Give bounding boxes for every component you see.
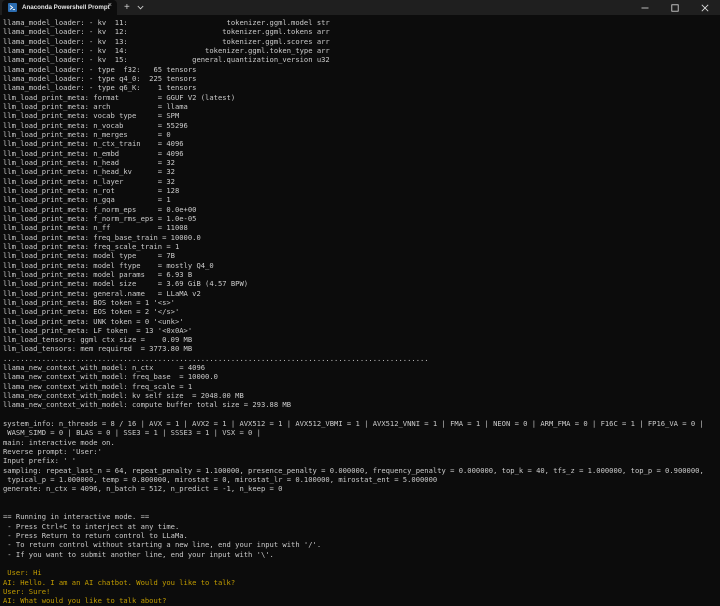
- terminal-line: llm_load_print_meta: model size = 3.69 G…: [3, 279, 249, 289]
- window-controls: [630, 0, 720, 15]
- new-tab-button[interactable]: +: [124, 0, 130, 15]
- terminal-line: llm_load_print_meta: n_rot = 128: [3, 185, 180, 195]
- terminal-line: llama_new_context_with_model: freq_scale…: [3, 381, 193, 391]
- terminal-line: llama_new_context_with_model: freq_base …: [3, 372, 218, 382]
- terminal-line: - To return control without starting a n…: [3, 540, 322, 550]
- terminal-line: llm_load_print_meta: BOS token = 1 '<s>': [3, 297, 175, 307]
- terminal-line: llama_model_loader: - kv 12: tokenizer.g…: [3, 27, 330, 37]
- terminal-line: llm_load_print_meta: vocab type = SPM: [3, 111, 180, 121]
- close-button[interactable]: [690, 0, 720, 15]
- terminal-line: ........................................…: [3, 353, 429, 363]
- terminal-line: llama_new_context_with_model: compute bu…: [3, 400, 292, 410]
- terminal-line: llama_model_loader: - kv 13: tokenizer.g…: [3, 36, 330, 46]
- terminal-line: llm_load_print_meta: n_vocab = 55296: [3, 120, 188, 130]
- terminal-line: llm_load_print_meta: freq_base_train = 1…: [3, 232, 201, 242]
- terminal-line: llm_load_print_meta: freq_scale_train = …: [3, 241, 180, 251]
- terminal-line: llm_load_print_meta: LF token = 13 '<0x0…: [3, 325, 193, 335]
- terminal-line: llm_load_print_meta: n_embd = 4096: [3, 148, 184, 158]
- terminal-line: llm_load_print_meta: n_ff = 11008: [3, 223, 188, 233]
- terminal-line: == Running in interactive mode. ==: [3, 512, 150, 522]
- chevron-down-icon[interactable]: [137, 5, 144, 10]
- title-bar: Anaconda Powershell Prompt × +: [0, 0, 720, 15]
- terminal-line: llm_load_print_meta: f_norm_rms_eps = 1.…: [3, 213, 197, 223]
- terminal-line: User: Sure!: [3, 587, 51, 597]
- terminal-line: llm_load_print_meta: general.name = LLaM…: [3, 288, 201, 298]
- terminal-line: generate: n_ctx = 4096, n_batch = 512, n…: [3, 484, 283, 494]
- terminal-output[interactable]: llama_model_loader: - kv 11: tokenizer.g…: [3, 18, 717, 606]
- terminal-line: llm_load_print_meta: n_ctx_train = 4096: [3, 139, 184, 149]
- terminal-line: sampling: repeat_last_n = 64, repeat_pen…: [3, 465, 704, 475]
- minimize-button[interactable]: [630, 0, 660, 15]
- close-tab-icon[interactable]: ×: [108, 2, 112, 9]
- terminal-line: llama_model_loader: - type q4_0: 225 ten…: [3, 73, 197, 83]
- maximize-icon: [671, 3, 679, 12]
- terminal-line: llm_load_print_meta: arch = llama: [3, 101, 188, 111]
- terminal-line: WASM_SIMD = 0 | BLAS = 0 | SSE3 = 1 | SS…: [3, 428, 261, 438]
- terminal-line: llama_model_loader: - type q6_K: 1 tenso…: [3, 83, 197, 93]
- terminal-line: llama_model_loader: - type f32: 65 tenso…: [3, 64, 197, 74]
- terminal-line: llm_load_tensors: ggml ctx size = 0.09 M…: [3, 335, 193, 345]
- maximize-button[interactable]: [660, 0, 690, 15]
- terminal-line: llm_load_print_meta: format = GGUF V2 (l…: [3, 92, 236, 102]
- terminal-line: llama_new_context_with_model: kv self si…: [3, 391, 244, 401]
- terminal-tab[interactable]: Anaconda Powershell Prompt ×: [2, 0, 117, 15]
- terminal-line: - Press Ctrl+C to interject at any time.: [3, 521, 180, 531]
- terminal-line: llm_load_print_meta: n_head_kv = 32: [3, 167, 175, 177]
- terminal-line: llm_load_print_meta: UNK token = 0 '<unk…: [3, 316, 184, 326]
- terminal-line: llm_load_print_meta: model params = 6.93…: [3, 269, 193, 279]
- terminal-line: llm_load_print_meta: n_head = 32: [3, 157, 175, 167]
- terminal-line: AI: What would you like to talk about?: [3, 596, 167, 606]
- terminal-line: llama_model_loader: - kv 14: tokenizer.g…: [3, 45, 330, 55]
- terminal-line: llama_new_context_with_model: n_ctx = 40…: [3, 363, 206, 373]
- terminal-line: llm_load_print_meta: f_norm_eps = 0.0e+0…: [3, 204, 197, 214]
- terminal-line: User: Hi: [3, 568, 42, 578]
- tab-title: Anaconda Powershell Prompt: [22, 4, 110, 11]
- terminal-line: AI: Hello. I am an AI chatbot. Would you…: [3, 577, 236, 587]
- terminal-line: llama_model_loader: - kv 15: general.qua…: [3, 55, 330, 65]
- terminal-line: llm_load_tensors: mem required = 3773.80…: [3, 344, 193, 354]
- terminal-line: llm_load_print_meta: model ftype = mostl…: [3, 260, 214, 270]
- terminal-line: typical_p = 1.000000, temp = 0.800000, m…: [3, 475, 438, 485]
- close-icon: [701, 4, 709, 11]
- terminal-line: llama_model_loader: - kv 11: tokenizer.g…: [3, 18, 330, 27]
- terminal-line: Input prefix: ' ': [3, 456, 77, 466]
- terminal-line: llm_load_print_meta: n_merges = 0: [3, 129, 171, 139]
- terminal-line: llm_load_print_meta: n_layer = 32: [3, 176, 175, 186]
- minimize-icon: [641, 7, 649, 8]
- terminal-line: llm_load_print_meta: n_gqa = 1: [3, 195, 171, 205]
- terminal-line: main: interactive mode on.: [3, 437, 115, 447]
- terminal-line: Reverse prompt: 'User:': [3, 447, 102, 457]
- terminal-line: system_info: n_threads = 8 / 16 | AVX = …: [3, 419, 704, 429]
- terminal-line: llm_load_print_meta: EOS token = 2 '</s>…: [3, 307, 180, 317]
- terminal-line: - If you want to submit another line, en…: [3, 549, 274, 559]
- powershell-icon: [8, 3, 17, 12]
- terminal-line: - Press Return to return control to LLaM…: [3, 531, 188, 541]
- terminal-line: llm_load_print_meta: model type = 7B: [3, 251, 175, 261]
